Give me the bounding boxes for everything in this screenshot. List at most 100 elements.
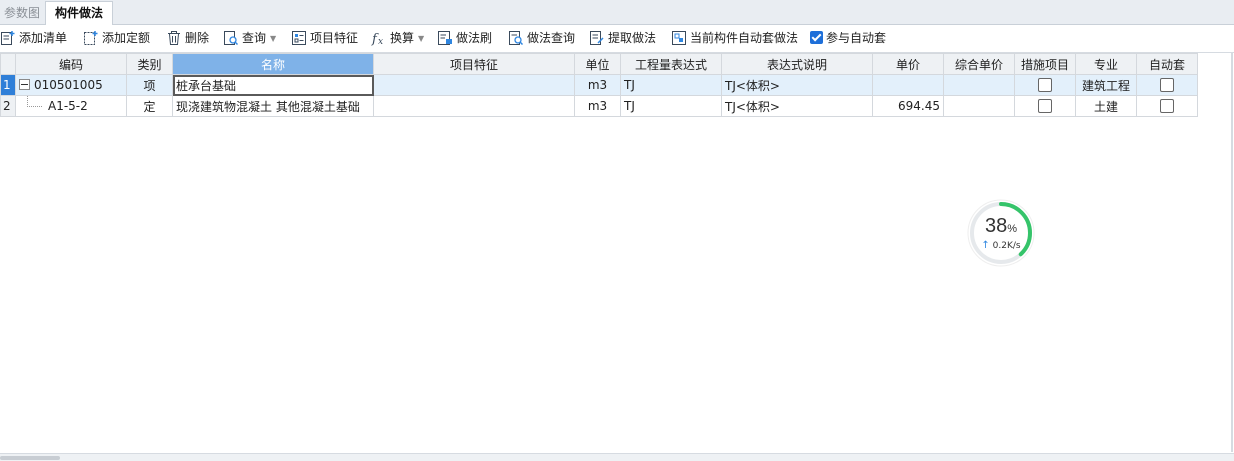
horizontal-scrollbar[interactable] [0, 453, 1234, 461]
cell-measure[interactable] [1014, 74, 1076, 96]
tab-bar: 参数图 构件做法 [0, 0, 1234, 26]
cell-specialty[interactable]: 建筑工程 [1075, 74, 1137, 96]
cell-code[interactable]: A1-5-2 [15, 95, 127, 117]
method-query-label: 做法查询 [527, 31, 576, 45]
col-header-expr-desc[interactable]: 表达式说明 [721, 53, 873, 75]
scrollbar-thumb[interactable] [0, 456, 60, 460]
participate-auto-label: 参与自动套 [826, 31, 887, 45]
method-brush-button[interactable]: 做法刷 [437, 28, 492, 49]
query-label: 查询 [242, 31, 267, 45]
item-features-button[interactable]: 项目特征 [291, 28, 358, 49]
auto-apply-current-button[interactable]: 当前构件自动套做法 [671, 28, 798, 49]
cell-auto[interactable] [1136, 95, 1198, 117]
col-header-code[interactable]: 编码 [15, 53, 127, 75]
cell-features[interactable] [373, 74, 575, 96]
delete-label: 删除 [185, 31, 210, 45]
auto-checkbox[interactable] [1160, 78, 1174, 93]
query-button[interactable]: 查询 ▼ [223, 28, 276, 49]
col-header-price[interactable]: 单价 [872, 53, 944, 75]
col-header-features[interactable]: 项目特征 [373, 53, 575, 75]
convert-button[interactable]: fx 换算 ▼ [371, 28, 424, 49]
tree-connector [27, 96, 42, 107]
toolbar: 添加清单 添加定额 删除 查询 ▼ 项目特征 fx 换算 ▼ 做法刷 做法查询 … [0, 25, 1234, 53]
measure-checkbox[interactable] [1038, 99, 1052, 114]
tab-parameter-diagram[interactable]: 参数图 [0, 2, 44, 24]
cell-measure[interactable] [1014, 95, 1076, 117]
gauge-speed-value: 0.2K/s [992, 241, 1021, 251]
gauge-value: 38 [984, 215, 1008, 237]
gauge-percent: 38% [966, 215, 1036, 238]
brush-icon [437, 30, 453, 46]
row-number[interactable]: 2 [0, 95, 16, 117]
tab-component-method[interactable]: 构件做法 [45, 1, 113, 26]
convert-label: 换算 [390, 31, 415, 45]
add-list-icon [0, 30, 16, 46]
extract-method-button[interactable]: 提取做法 [589, 28, 656, 49]
auto-apply-icon [671, 30, 687, 46]
cell-unit[interactable]: m3 [574, 95, 621, 117]
trash-icon [166, 30, 182, 46]
cell-expr-desc[interactable]: TJ<体积> [721, 95, 873, 117]
checkbox-checked-icon[interactable] [810, 31, 823, 44]
table-row[interactable]: 2 A1-5-2 定 现浇建筑物混凝土 其他混凝土基础 m3 TJ TJ<体积>… [0, 95, 1198, 117]
measure-checkbox[interactable] [1038, 78, 1052, 93]
cell-category[interactable]: 项 [126, 74, 173, 96]
header-row: 编码 类别 名称 项目特征 单位 工程量表达式 表达式说明 单价 综合单价 措施… [0, 53, 1198, 75]
col-header-category[interactable]: 类别 [126, 53, 173, 75]
gauge-unit: % [1007, 223, 1018, 235]
method-brush-label: 做法刷 [456, 31, 493, 45]
col-header-name[interactable]: 名称 [172, 53, 374, 75]
cell-code-text: A1-5-2 [48, 99, 88, 113]
col-header-measure[interactable]: 措施项目 [1014, 53, 1076, 75]
svg-text:x: x [378, 37, 383, 46]
cell-auto[interactable] [1136, 74, 1198, 96]
cell-code-text: 010501005 [34, 78, 103, 92]
cell-name[interactable]: 现浇建筑物混凝土 其他混凝土基础 [172, 95, 374, 117]
delete-button[interactable]: 删除 [166, 28, 209, 49]
auto-checkbox[interactable] [1160, 99, 1174, 114]
extract-icon [589, 30, 605, 46]
cell-code[interactable]: 010501005 [15, 74, 127, 96]
item-features-icon [291, 30, 307, 46]
chevron-down-icon[interactable]: ▼ [418, 28, 424, 49]
cell-name[interactable]: 桩承台基础 [172, 74, 374, 96]
participate-auto-checkbox[interactable]: 参与自动套 [810, 28, 886, 49]
cell-expr-desc[interactable]: TJ<体积> [721, 74, 873, 96]
network-speed-gauge[interactable]: 38% ↑ 0.2K/s [966, 198, 1036, 268]
col-header-auto[interactable]: 自动套 [1136, 53, 1198, 75]
app-window: 参数图 构件做法 添加清单 添加定额 删除 查询 ▼ 项目特征 f x 换算 ▼… [0, 0, 1234, 461]
cell-specialty[interactable]: 土建 [1075, 95, 1137, 117]
function-fx-icon: fx [371, 30, 387, 46]
corner-cell[interactable] [0, 53, 16, 75]
auto-apply-current-label: 当前构件自动套做法 [690, 31, 799, 45]
row-number[interactable]: 1 [0, 74, 16, 96]
method-grid: 编码 类别 名称 项目特征 单位 工程量表达式 表达式说明 单价 综合单价 措施… [0, 53, 1198, 117]
col-header-unit[interactable]: 单位 [574, 53, 621, 75]
col-header-comp-price[interactable]: 综合单价 [943, 53, 1015, 75]
collapse-icon[interactable] [19, 79, 30, 90]
cell-unit[interactable]: m3 [574, 74, 621, 96]
method-query-button[interactable]: 做法查询 [508, 28, 575, 49]
cell-expr[interactable]: TJ [620, 74, 722, 96]
cell-price[interactable]: 694.45 [872, 95, 944, 117]
col-header-specialty[interactable]: 专业 [1075, 53, 1137, 75]
add-quota-icon [83, 30, 99, 46]
table-row[interactable]: 1 010501005 项 桩承台基础 m3 TJ TJ<体积> 建筑工程 [0, 74, 1198, 96]
query-icon [223, 30, 239, 46]
cell-price[interactable] [872, 74, 944, 96]
panel-right-border [1231, 52, 1233, 452]
cell-features[interactable] [373, 95, 575, 117]
add-list-button[interactable]: 添加清单 [0, 28, 67, 49]
cell-comp-price[interactable] [943, 95, 1015, 117]
col-header-expr[interactable]: 工程量表达式 [620, 53, 722, 75]
method-query-icon [508, 30, 524, 46]
cell-category[interactable]: 定 [126, 95, 173, 117]
item-features-label: 项目特征 [310, 31, 359, 45]
add-quota-label: 添加定额 [102, 31, 151, 45]
gauge-speed: ↑ 0.2K/s [966, 240, 1036, 251]
chevron-down-icon[interactable]: ▼ [270, 28, 276, 49]
add-quota-button[interactable]: 添加定额 [83, 28, 150, 49]
cell-expr[interactable]: TJ [620, 95, 722, 117]
cell-comp-price[interactable] [943, 74, 1015, 96]
extract-method-label: 提取做法 [608, 31, 657, 45]
